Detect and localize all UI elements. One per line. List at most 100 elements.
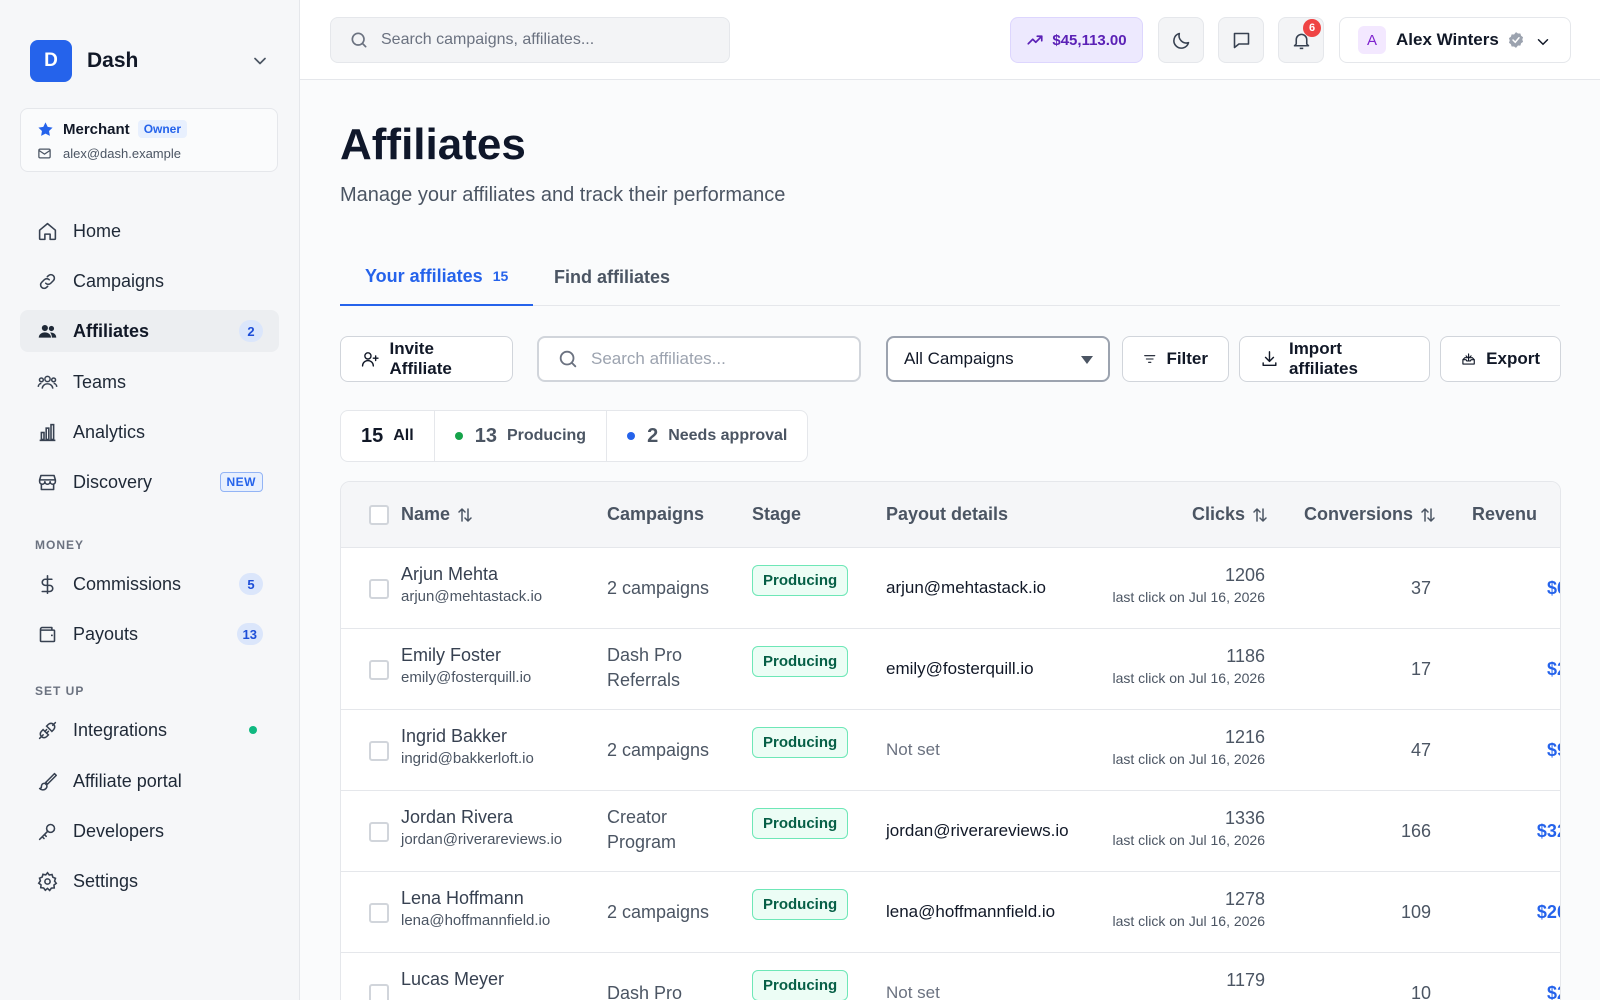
table-row[interactable]: Ingrid Bakker ingrid@bakkerloft.io 2 cam… <box>341 710 1560 791</box>
column-header-conversions[interactable]: Conversions <box>1304 504 1437 525</box>
affiliate-name-cell: Emily Foster emily@fosterquill.io <box>401 645 531 686</box>
stage-label: Producing <box>506 427 587 444</box>
campaign-select[interactable]: All Campaigns <box>886 336 1110 382</box>
campaign-name: 2 campaigns <box>607 578 710 598</box>
sidebar-item-affiliates[interactable]: Affiliates 2 <box>20 310 279 352</box>
affiliate-name[interactable]: Arjun Mehta <box>401 564 542 585</box>
revenue-amount[interactable]: $2,965 <box>1442 659 1560 680</box>
global-search[interactable] <box>330 17 730 63</box>
export-button[interactable]: Export <box>1440 336 1561 382</box>
invite-affiliate-button[interactable]: Invite Affiliate <box>340 336 513 382</box>
row-checkbox[interactable] <box>369 660 389 680</box>
clicks-cell: 1179 <box>1065 970 1265 994</box>
chevron-down-icon <box>1537 39 1549 46</box>
affiliate-email: jordan@riverareviews.io <box>401 831 563 848</box>
affiliate-tabs: Your affiliates 15 Find affiliates <box>340 248 1560 306</box>
chat-icon <box>1233 32 1249 48</box>
affiliate-name-cell: Lena Hoffmann lena@hoffmannfield.io <box>401 888 550 929</box>
tab-label: Your affiliates <box>365 265 483 286</box>
revenue-amount[interactable]: $6,518 <box>1442 578 1560 599</box>
conversions-count: 17 <box>1410 659 1431 679</box>
section-label-money: MONEY <box>35 538 85 552</box>
row-checkbox[interactable] <box>369 903 389 923</box>
home-icon <box>36 220 58 242</box>
integration-status-dot <box>249 726 257 734</box>
payout-details: jordan@riverareviews.io <box>886 821 1069 840</box>
upload-tray-icon <box>1462 353 1475 365</box>
stage-cell: Producing <box>752 727 849 758</box>
dollar-icon <box>36 573 58 595</box>
row-checkbox[interactable] <box>369 579 389 599</box>
sidebar-item-label: Home <box>73 220 122 241</box>
sidebar-item-commissions[interactable]: Commissions 5 <box>20 563 279 605</box>
clicks-count: 1186 <box>1226 646 1265 666</box>
notifications-button[interactable]: 6 <box>1278 17 1324 63</box>
table-row[interactable]: Lucas Meyer Dash Pro Producing Not set 1… <box>341 953 1560 1000</box>
affiliate-name[interactable]: Jordan Rivera <box>401 807 562 828</box>
row-checkbox[interactable] <box>369 741 389 761</box>
search-icon <box>351 32 367 48</box>
sidebar-item-affiliate-portal[interactable]: Affiliate portal <box>20 760 279 802</box>
sidebar-item-analytics[interactable]: Analytics <box>20 411 279 453</box>
store-icon <box>36 471 58 493</box>
filter-button[interactable]: Filter <box>1122 336 1229 382</box>
sidebar-item-label: Affiliate portal <box>73 770 182 791</box>
balance-button[interactable]: $45,113.00 <box>1010 17 1143 63</box>
table-row[interactable]: Emily Foster emily@fosterquill.io Dash P… <box>341 629 1560 710</box>
sidebar-item-settings[interactable]: Settings <box>20 860 279 902</box>
sidebar-item-teams[interactable]: Teams <box>20 361 279 403</box>
sort-icon <box>458 507 472 522</box>
link-icon <box>36 270 58 292</box>
column-header-clicks[interactable]: Clicks <box>1192 504 1269 525</box>
row-checkbox[interactable] <box>369 822 389 842</box>
campaign-name: Creator <box>607 807 668 827</box>
row-checkbox[interactable] <box>369 984 389 1000</box>
affiliates-table: Name Campaigns Stage Payout details Clic… <box>340 481 1561 1000</box>
affiliate-search[interactable] <box>537 336 861 382</box>
sidebar-item-integrations[interactable]: Integrations <box>20 709 279 751</box>
affiliate-search-input[interactable] <box>591 349 851 369</box>
brush-icon <box>36 770 58 792</box>
global-search-input[interactable] <box>381 31 701 49</box>
verified-icon <box>1508 32 1523 48</box>
theme-toggle-button[interactable] <box>1158 17 1204 63</box>
bar-chart-icon <box>36 421 58 443</box>
sidebar-item-developers[interactable]: Developers <box>20 810 279 852</box>
tab-your-affiliates[interactable]: Your affiliates 15 <box>340 248 534 306</box>
sidebar-item-label: Discovery <box>73 471 153 492</box>
affiliate-name[interactable]: Lena Hoffmann <box>401 888 550 909</box>
import-affiliates-button[interactable]: Import affiliates <box>1239 336 1430 382</box>
table-row[interactable]: Jordan Rivera jordan@riverareviews.io Cr… <box>341 791 1560 872</box>
table-header: Name Campaigns Stage Payout details Clic… <box>341 482 1560 548</box>
stage-filter-producing[interactable]: 13 Producing <box>435 411 608 461</box>
producing-dot <box>454 432 463 440</box>
column-header-revenue[interactable]: Revenu <box>1472 504 1537 525</box>
clicks-count: 1206 <box>1224 565 1265 585</box>
revenue-amount[interactable]: $32,279 <box>1442 821 1560 842</box>
conversions-count: 109 <box>1400 902 1431 922</box>
payout-details: Not set <box>886 983 940 1000</box>
stage-filter-needs-approval[interactable]: 2 Needs approval <box>607 411 807 461</box>
workspace-switcher[interactable]: D Dash <box>30 40 270 82</box>
affiliate-name[interactable]: Ingrid Bakker <box>401 726 534 747</box>
select-all-checkbox[interactable] <box>369 505 389 525</box>
sidebar-item-payouts[interactable]: Payouts 13 <box>20 613 279 655</box>
affiliate-name[interactable]: Lucas Meyer <box>401 969 504 990</box>
affiliate-name[interactable]: Emily Foster <box>401 645 531 666</box>
stage-filter-all[interactable]: 15 All <box>341 411 435 461</box>
revenue-amount[interactable]: $20,640 <box>1442 902 1560 923</box>
messages-button[interactable] <box>1218 17 1264 63</box>
filter-label: Filter <box>1166 349 1208 368</box>
table-row[interactable]: Lena Hoffmann lena@hoffmannfield.io 2 ca… <box>341 872 1560 953</box>
sidebar-item-discovery[interactable]: Discovery NEW <box>20 461 279 503</box>
revenue-amount[interactable]: $2,030 <box>1442 983 1560 1000</box>
user-menu[interactable]: A Alex Winters <box>1339 17 1571 63</box>
chevron-down-icon[interactable] <box>250 51 270 71</box>
revenue-amount[interactable]: $9,163 <box>1442 740 1560 761</box>
tab-find-affiliates[interactable]: Find affiliates <box>529 248 695 306</box>
sidebar-item-campaigns[interactable]: Campaigns <box>20 260 279 302</box>
table-row[interactable]: Arjun Mehta arjun@mehtastack.io 2 campai… <box>341 548 1560 629</box>
sidebar-item-label: Affiliates <box>73 320 150 341</box>
column-header-name[interactable]: Name <box>401 504 474 525</box>
sidebar-item-home[interactable]: Home <box>20 210 279 252</box>
